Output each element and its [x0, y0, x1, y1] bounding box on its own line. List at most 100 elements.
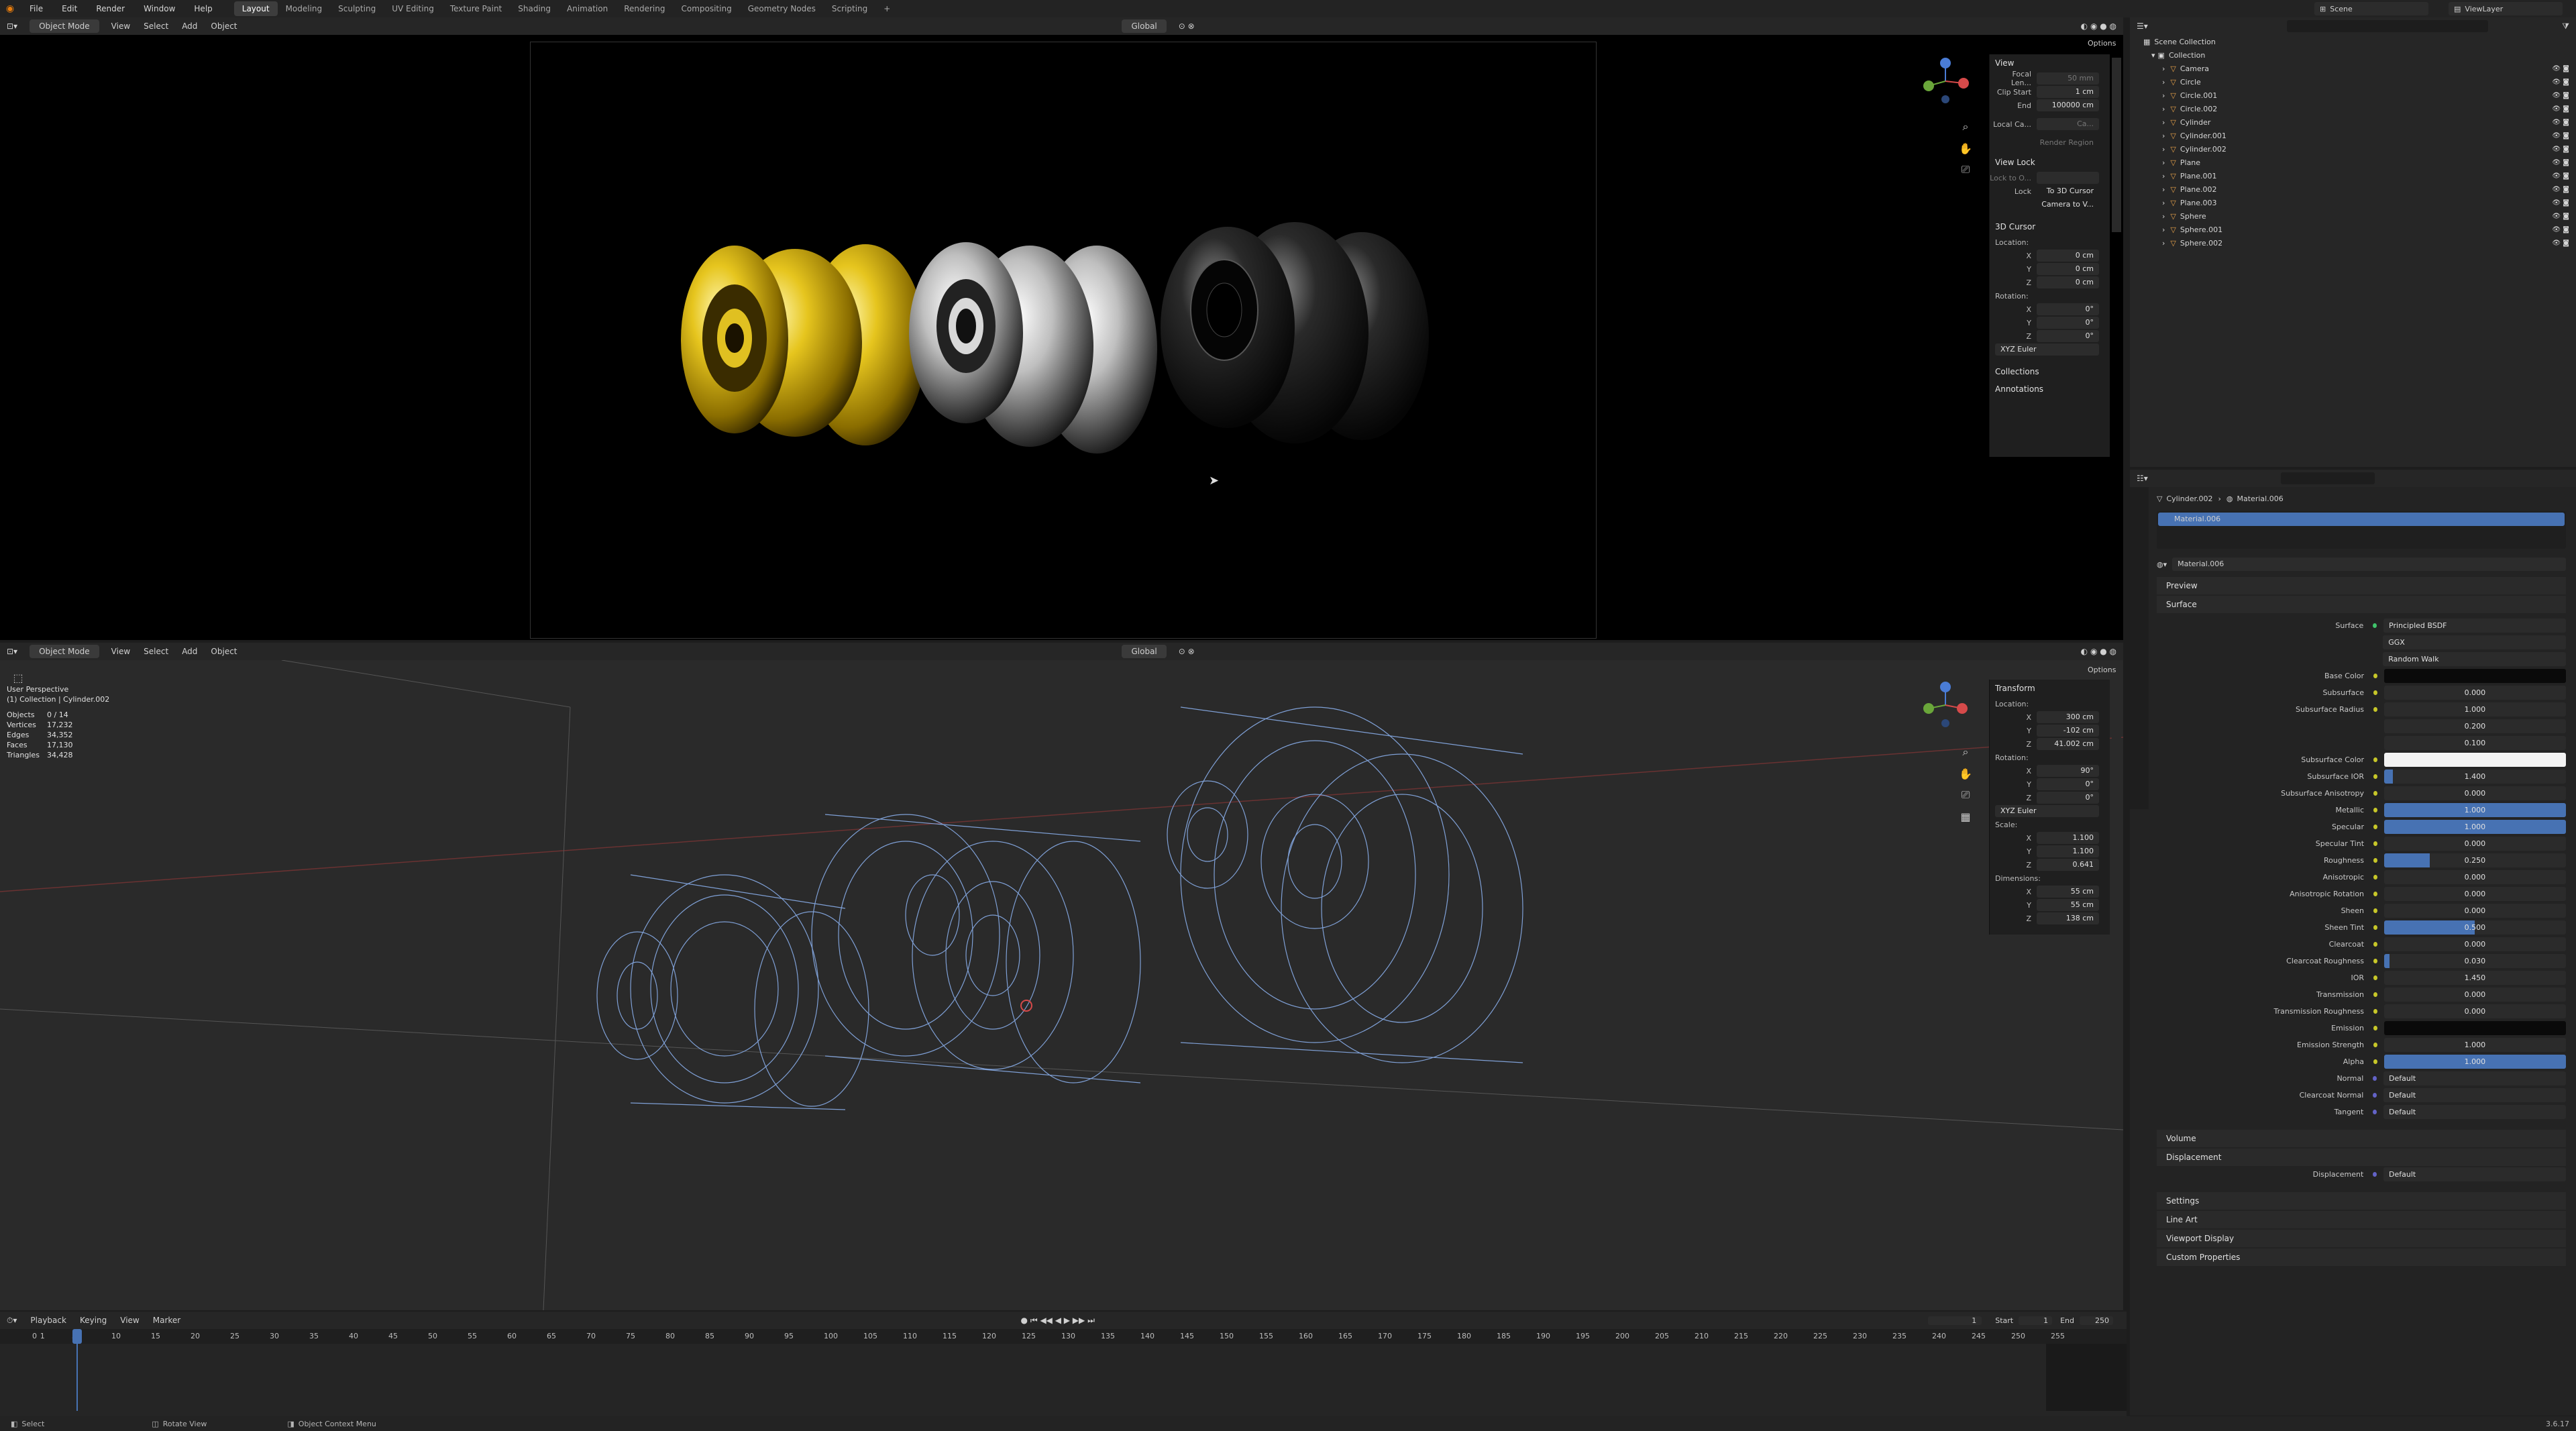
socket-dot[interactable]	[2373, 757, 2377, 762]
location-x-field[interactable]: 300 cm	[2037, 711, 2099, 723]
outliner-item[interactable]: › ▽ Sphere.001 👁 ◙	[2143, 223, 2576, 236]
visibility-icon[interactable]: 👁 ◙	[2552, 119, 2569, 126]
property-field[interactable]: 1.400	[2383, 770, 2566, 784]
collections-section-title[interactable]: Collections	[1990, 363, 2110, 380]
lock-to-cursor-checkbox[interactable]: To 3D Cursor	[2037, 185, 2099, 197]
property-field[interactable]	[2383, 669, 2566, 683]
cursor-ry-field[interactable]: 0°	[2037, 317, 2099, 329]
socket-dot[interactable]	[2373, 925, 2377, 930]
property-field[interactable]: 0.000	[2383, 937, 2566, 951]
menu-select[interactable]: Select	[137, 647, 175, 656]
current-frame-field[interactable]: 1	[1928, 1316, 1982, 1325]
pan-hand-icon[interactable]: ✋	[1957, 140, 1974, 157]
material-slot-selected[interactable]: Material.006	[2158, 513, 2565, 526]
dimension-x-field[interactable]: 55 cm	[2037, 886, 2099, 898]
local-camera-field[interactable]: Ca...	[2037, 118, 2099, 130]
editor-type-icon[interactable]: ⊡▾	[0, 647, 24, 656]
outliner-item[interactable]: › ▽ Circle.001 👁 ◙	[2143, 89, 2576, 102]
visibility-icon[interactable]: 👁 ◙	[2552, 132, 2569, 140]
lock-to-object-field[interactable]	[2037, 172, 2099, 184]
property-field[interactable]: 0.000	[2383, 837, 2566, 851]
visibility-icon[interactable]: 👁 ◙	[2552, 78, 2569, 86]
socket-dot[interactable]	[2373, 959, 2377, 963]
scene-selector[interactable]: ⊞ Scene	[2314, 2, 2428, 15]
socket-dot[interactable]	[2373, 1026, 2377, 1030]
visibility-icon[interactable]: 👁 ◙	[2552, 146, 2569, 153]
socket-dot[interactable]	[2373, 841, 2377, 846]
scale-y-field[interactable]: 1.100	[2037, 845, 2099, 857]
socket-dot[interactable]	[2373, 975, 2377, 980]
subsurface-method-dropdown[interactable]: Random Walk	[2383, 652, 2567, 666]
property-field[interactable]: 0.500	[2383, 920, 2566, 935]
axis-gizmo[interactable]	[1922, 682, 1969, 729]
expand-icon[interactable]: ›	[2162, 91, 2165, 100]
socket-dot[interactable]	[2373, 808, 2377, 812]
property-field[interactable]: 1.450	[2383, 971, 2566, 985]
property-field[interactable]: 1.000	[2383, 1055, 2566, 1069]
location-y-field[interactable]: -102 cm	[2037, 725, 2099, 737]
sidebar-tabs[interactable]	[2112, 58, 2121, 232]
outliner-item[interactable]: › ▽ Plane.003 👁 ◙	[2143, 196, 2576, 209]
workspace-tab-rendering[interactable]: Rendering	[616, 1, 673, 16]
workspace-tab-texture-paint[interactable]: Texture Paint	[442, 1, 510, 16]
visibility-icon[interactable]: 👁 ◙	[2552, 92, 2569, 99]
cursor-x-field[interactable]: 0 cm	[2037, 250, 2099, 262]
outliner-item[interactable]: › ▽ Cylinder.001 👁 ◙	[2143, 129, 2576, 142]
transform-section-title[interactable]: Transform	[1990, 680, 2110, 697]
workspace-tab-add[interactable]: +	[875, 1, 898, 16]
camera-to-view-checkbox[interactable]: Camera to V...	[2037, 199, 2099, 211]
outliner-item[interactable]: › ▽ Cylinder.002 👁 ◙	[2143, 142, 2576, 156]
outliner-search-input[interactable]	[2287, 20, 2489, 32]
workspace-tab-sculpting[interactable]: Sculpting	[330, 1, 384, 16]
surface-shader-field[interactable]: Principled BSDF	[2383, 619, 2566, 633]
property-field[interactable]: Default	[2383, 1071, 2566, 1085]
workspace-tab-geometry-nodes[interactable]: Geometry Nodes	[740, 1, 824, 16]
blender-logo-icon[interactable]: ◉	[0, 3, 20, 14]
outliner-item[interactable]: › ▽ Circle 👁 ◙	[2143, 75, 2576, 89]
socket-dot[interactable]	[2373, 1043, 2377, 1047]
displacement-field[interactable]: Default	[2383, 1167, 2566, 1181]
outliner-item[interactable]: › ▽ Sphere 👁 ◙	[2143, 209, 2576, 223]
outliner-item[interactable]: › ▽ Plane.001 👁 ◙	[2143, 169, 2576, 182]
view-lock-section-title[interactable]: View Lock	[1990, 154, 2110, 171]
outliner-item[interactable]: › ▽ Plane 👁 ◙	[2143, 156, 2576, 169]
editor-type-icon[interactable]: ☰▾	[2130, 21, 2155, 31]
expand-icon[interactable]: ›	[2162, 239, 2165, 248]
rotation-z-field[interactable]: 0°	[2037, 792, 2099, 804]
menu-render[interactable]: Render	[87, 4, 134, 13]
property-field[interactable]	[2383, 753, 2566, 767]
zoom-icon[interactable]: ⌕	[1957, 743, 1974, 761]
cursor-rz-field[interactable]: 0°	[2037, 330, 2099, 342]
menu-marker[interactable]: Marker	[146, 1316, 187, 1325]
menu-view[interactable]: View	[105, 647, 137, 656]
scale-x-field[interactable]: 1.100	[2037, 832, 2099, 844]
axis-gizmo[interactable]	[1922, 58, 1969, 105]
property-field[interactable]: Default	[2383, 1105, 2566, 1119]
preview-section[interactable]: Preview	[2157, 577, 2566, 594]
property-field[interactable]: 1.000	[2383, 702, 2566, 717]
scale-z-field[interactable]: 0.641	[2037, 859, 2099, 871]
cursor-rotation-mode-dropdown[interactable]: XYZ Euler	[1995, 343, 2099, 356]
cursor-y-field[interactable]: 0 cm	[2037, 263, 2099, 275]
socket-dot[interactable]	[2373, 1009, 2377, 1014]
property-field[interactable]: 0.000	[2383, 988, 2566, 1002]
pan-hand-icon[interactable]: ✋	[1957, 765, 1974, 782]
workspace-tab-modeling[interactable]: Modeling	[278, 1, 331, 16]
property-field[interactable]: 1.000	[2383, 803, 2566, 817]
start-frame-field[interactable]: 1	[2019, 1316, 2053, 1325]
volume-section[interactable]: Volume	[2157, 1130, 2566, 1147]
rotation-x-field[interactable]: 90°	[2037, 765, 2099, 777]
socket-dot[interactable]	[2373, 942, 2377, 947]
outliner-item[interactable]: › ▽ Plane.002 👁 ◙	[2143, 182, 2576, 196]
expand-icon[interactable]: ›	[2162, 212, 2165, 221]
outliner-item[interactable]: › ▽ Sphere.002 👁 ◙	[2143, 236, 2576, 250]
properties-search-input[interactable]	[2281, 472, 2375, 484]
expand-icon[interactable]: ›	[2162, 118, 2165, 127]
viewport-display-section[interactable]: Viewport Display	[2157, 1230, 2566, 1247]
socket-dot[interactable]	[2373, 1076, 2377, 1081]
orientation-dropdown[interactable]: Global	[1122, 645, 1167, 658]
property-field[interactable]: Default	[2383, 1088, 2566, 1102]
editor-type-icon[interactable]: ⏱▾	[0, 1316, 23, 1326]
outliner-item[interactable]: › ▽ Cylinder 👁 ◙	[2143, 115, 2576, 129]
property-field[interactable]: 1.000	[2383, 1038, 2566, 1052]
